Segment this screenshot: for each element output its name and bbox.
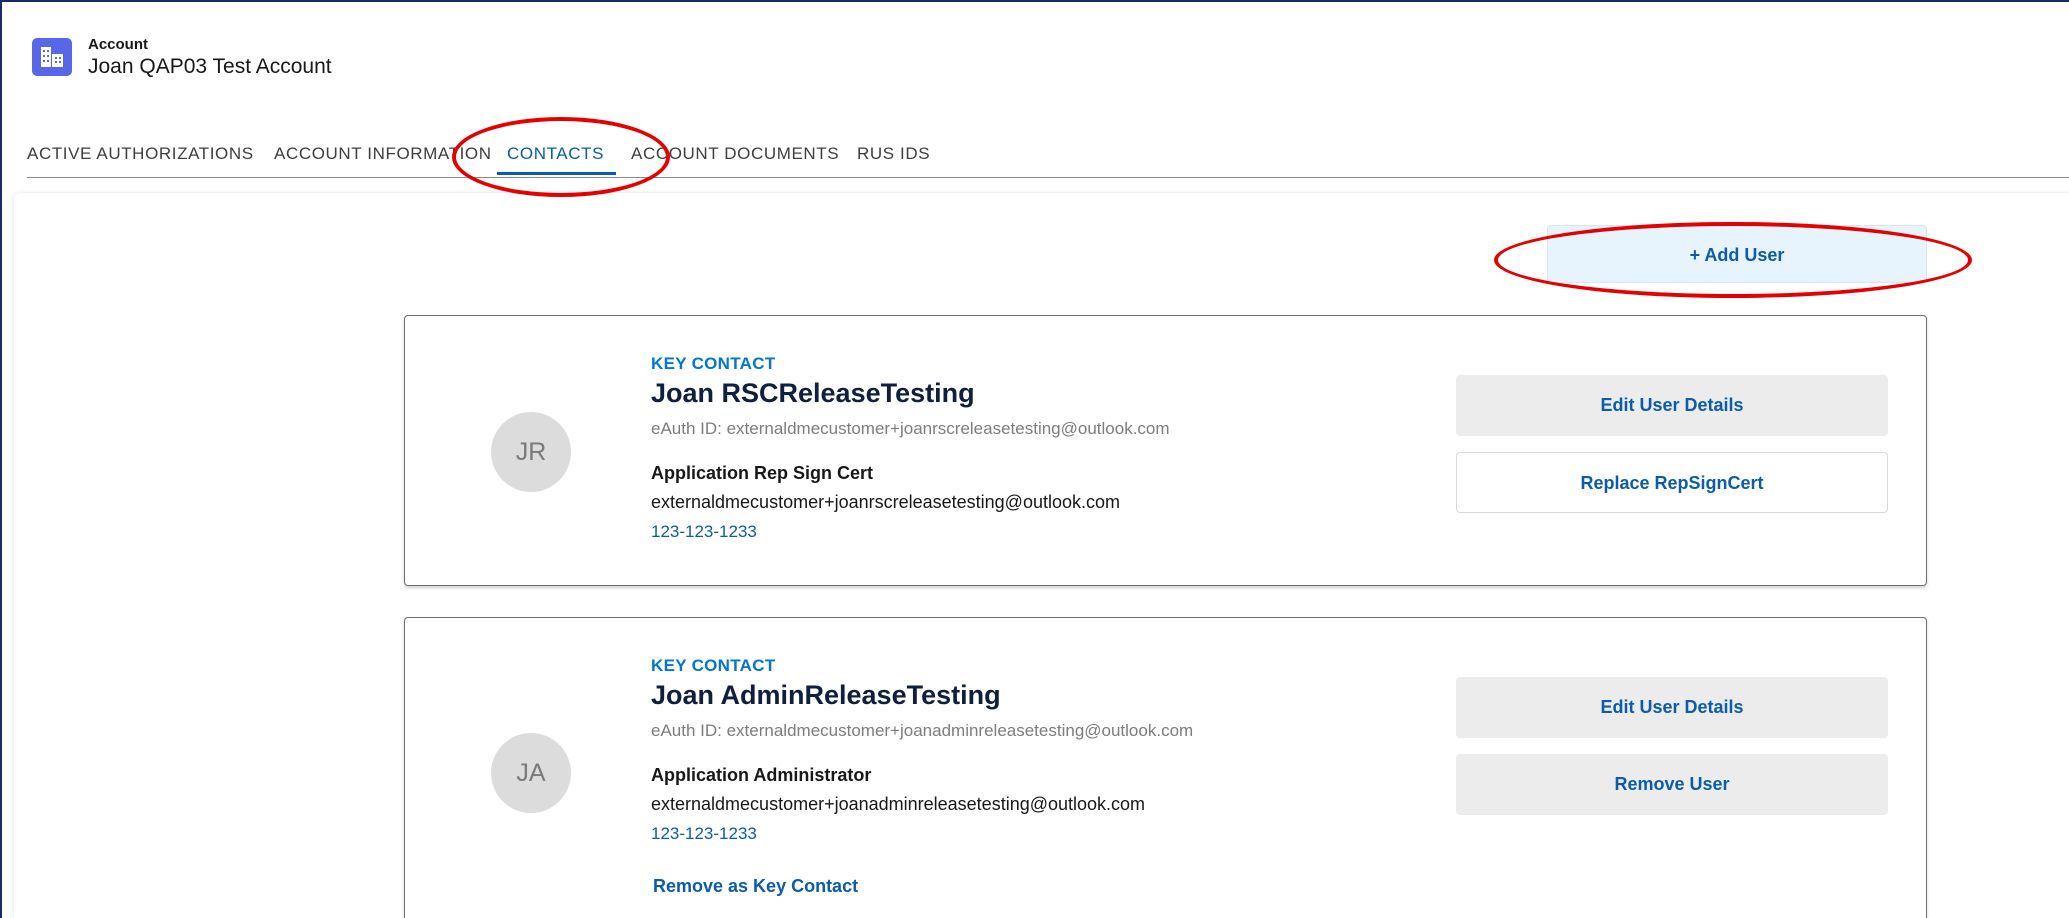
contact-phone[interactable]: 123-123-1233 (651, 824, 757, 844)
contact-email: externaldmecustomer+joanadminreleasetest… (651, 794, 1146, 814)
record-title: Joan QAP03 Test Account (88, 55, 332, 78)
key-contact-badge: KEY CONTACT (651, 656, 776, 675)
remove-user-button[interactable]: Remove User (1456, 754, 1888, 815)
tab-account-documents[interactable]: ACCOUNT DOCUMENTS (631, 144, 839, 174)
edit-user-details-button[interactable]: Edit User Details (1456, 677, 1888, 738)
tab-contacts[interactable]: CONTACTS (497, 144, 617, 175)
building-icon (32, 38, 72, 76)
contact-card: JA KEY CONTACT Joan AdminReleaseTesting … (404, 617, 1927, 918)
eauth-id: eAuth ID: externaldmecustomer+joanadminr… (651, 721, 1194, 740)
replace-repsigncert-button[interactable]: Replace RepSignCert (1456, 452, 1888, 513)
contact-card: JR KEY CONTACT Joan RSCReleaseTesting eA… (404, 315, 1927, 586)
avatar: JR (491, 412, 571, 492)
tab-account-information[interactable]: ACCOUNT INFORMATION (274, 144, 492, 174)
contact-email: externaldmecustomer+joanrscreleasetestin… (651, 492, 1121, 512)
contact-role: Application Administrator (651, 765, 872, 785)
remove-key-contact-link[interactable]: Remove as Key Contact (653, 876, 858, 897)
contact-phone[interactable]: 123-123-1233 (651, 522, 757, 542)
tab-rus-ids[interactable]: RUS IDS (857, 144, 930, 174)
eauth-id: eAuth ID: externaldmecustomer+joanrscrel… (651, 419, 1170, 438)
contact-name: Joan AdminReleaseTesting (651, 680, 1001, 710)
edit-user-details-button[interactable]: Edit User Details (1456, 375, 1888, 436)
contact-name: Joan RSCReleaseTesting (651, 378, 975, 408)
tab-active-authorizations[interactable]: ACTIVE AUTHORIZATIONS (27, 144, 254, 174)
avatar: JA (491, 733, 571, 813)
contact-role: Application Rep Sign Cert (651, 463, 874, 483)
add-user-button[interactable]: + Add User (1547, 225, 1927, 283)
object-type-label: Account (88, 36, 148, 53)
tab-bar: ACTIVE AUTHORIZATIONS ACCOUNT INFORMATIO… (27, 140, 2069, 178)
key-contact-badge: KEY CONTACT (651, 354, 776, 373)
